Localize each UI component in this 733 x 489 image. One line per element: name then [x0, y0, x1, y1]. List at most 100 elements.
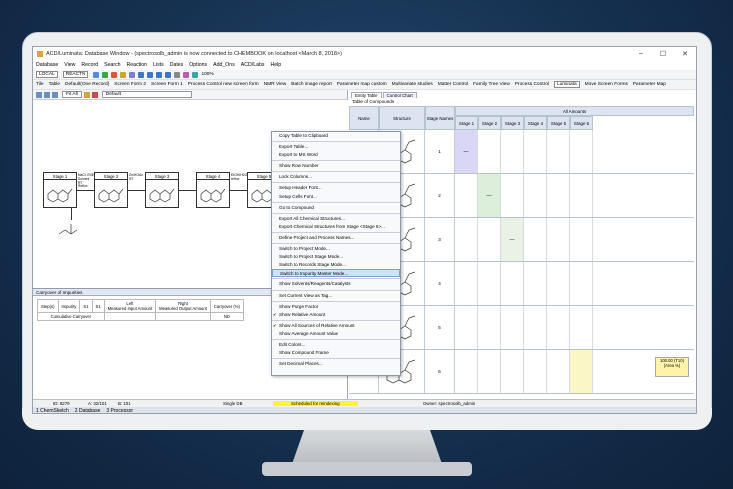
search-icon[interactable]	[129, 71, 136, 78]
amount-cell[interactable]	[547, 306, 570, 349]
amount-cell[interactable]	[570, 174, 593, 217]
form-button-5[interactable]: Process Control new screen form	[188, 82, 259, 87]
amount-cell[interactable]	[455, 350, 478, 393]
amount-cell[interactable]	[524, 218, 547, 261]
column-header-stage-6[interactable]: Stage 6	[570, 116, 593, 130]
form-button-9[interactable]: Multivariate studies	[392, 82, 433, 87]
stage-box-3[interactable]: Stage 3	[145, 172, 179, 208]
context-menu-item-export-table[interactable]: Export Table...	[272, 143, 400, 151]
last-record-icon[interactable]	[165, 71, 172, 78]
form-button-12[interactable]: Process Control	[515, 82, 549, 87]
form-button-6[interactable]: NMR View	[264, 82, 287, 87]
chart-icon[interactable]	[192, 71, 199, 78]
column-header-stage-5[interactable]: Stage 5	[547, 116, 570, 130]
bottom-tab-1[interactable]: 1 ChemSketch	[36, 408, 69, 413]
menu-item-add-ons[interactable]: Add_Ons	[213, 62, 235, 68]
context-menu-item-show-row-number[interactable]: Show Row Number	[272, 162, 400, 170]
stage-box-1[interactable]: Stage 1	[43, 172, 77, 208]
context-menu-item-export-all-chemical-structures[interactable]: Export All Chemical Structures...	[272, 215, 400, 223]
context-menu-item-define-project-and-process-names[interactable]: Define Project and Process Names...	[272, 234, 400, 242]
column-header-structure[interactable]: Structure	[379, 106, 425, 130]
menu-item-lists[interactable]: Lists	[153, 62, 164, 68]
form-button-luminata[interactable]: Luminata	[553, 81, 580, 88]
form-button-7[interactable]: Batch image report	[291, 82, 332, 87]
amount-cell[interactable]	[478, 306, 501, 349]
context-menu-item-switch-to-records-stage-mode[interactable]: Switch to Records Stage Mode...	[272, 261, 400, 269]
form-button-2[interactable]: Default(One Record)	[65, 82, 109, 87]
zoom-out-icon[interactable]	[44, 91, 50, 98]
amount-cell[interactable]	[524, 174, 547, 217]
zoom-in-icon[interactable]	[36, 91, 42, 98]
settings-icon[interactable]	[91, 91, 98, 98]
fit-select[interactable]: Fit All	[62, 91, 82, 98]
context-menu-item-show-all-sources-of-relative-amount[interactable]: Show All Sources of Relative Amount	[272, 322, 400, 330]
menu-item-view[interactable]: View	[64, 62, 75, 68]
amount-cell[interactable]	[570, 262, 593, 305]
menu-item-help[interactable]: Help	[270, 62, 281, 68]
zoom-level[interactable]: 100%	[201, 72, 213, 77]
form-button-3[interactable]: Screen Form 2	[114, 82, 146, 87]
delete-icon[interactable]	[111, 71, 118, 78]
context-menu-item-switch-to-project-stage-mode[interactable]: Switch to Project Stage Mode...	[272, 253, 400, 261]
context-menu-item-copy-table-to-clipboard[interactable]: Copy Table to Clipboard	[272, 132, 400, 140]
menu-item-acd-labs[interactable]: ACD/Labs	[241, 62, 265, 68]
first-record-icon[interactable]	[138, 71, 145, 78]
amount-cell[interactable]	[455, 174, 478, 217]
amount-cell[interactable]	[524, 350, 547, 393]
edit-icon[interactable]	[120, 71, 127, 78]
amount-cell[interactable]	[570, 350, 593, 393]
column-header-stage-4[interactable]: Stage 4	[524, 116, 547, 130]
context-menu-item-go-to-compound[interactable]: Go to Compound	[272, 204, 400, 212]
column-header-stage-2[interactable]: Stage 2	[478, 116, 501, 130]
amount-cell[interactable]	[524, 130, 547, 173]
column-header-stage-1[interactable]: Stage 1	[455, 116, 478, 130]
pan-icon[interactable]	[52, 91, 58, 98]
amount-cell[interactable]: —	[455, 130, 478, 173]
column-header-name[interactable]: Name	[349, 106, 379, 130]
bottom-tab-2[interactable]: 2 Database	[75, 408, 101, 413]
maximize-button[interactable]: ☐	[652, 50, 674, 58]
context-menu-item-export-to-ms-word[interactable]: Export to MS Word	[272, 151, 400, 159]
menu-item-record[interactable]: Record	[81, 62, 98, 68]
amount-cell[interactable]	[547, 262, 570, 305]
amount-cell[interactable]	[455, 262, 478, 305]
context-menu-item-show-average-amount-value[interactable]: Show Average Amount Value	[272, 330, 400, 338]
prev-record-icon[interactable]	[147, 71, 154, 78]
close-button[interactable]: ✕	[674, 50, 696, 58]
menu-item-search[interactable]: Search	[104, 62, 120, 68]
amount-cell[interactable]	[524, 306, 547, 349]
menu-item-reaction[interactable]: Reaction	[127, 62, 147, 68]
amount-cell[interactable]	[501, 306, 524, 349]
context-menu-item-show-relative-amount[interactable]: Show Relative Amount	[272, 311, 400, 319]
context-menu-item-edit-colors[interactable]: Edit Colors...	[272, 341, 400, 349]
context-menu-item-show-solvents-reagents-catalysts[interactable]: Show Solvents/Reagents/Catalysts	[272, 280, 400, 288]
form-button-10[interactable]: Matter Control	[438, 82, 468, 87]
next-record-icon[interactable]	[156, 71, 163, 78]
record-icon[interactable]	[93, 71, 100, 78]
amount-cell[interactable]	[455, 306, 478, 349]
column-header-stage-3[interactable]: Stage 3	[501, 116, 524, 130]
amount-cell[interactable]	[455, 218, 478, 261]
context-menu-item-export-chemical-structures-from-stage-stage-6[interactable]: Export Chemical Structures from Stage <S…	[272, 223, 400, 231]
stage-box-2[interactable]: Stage 2	[94, 172, 128, 208]
bottom-tab-3[interactable]: 3 Processor	[106, 408, 133, 413]
amount-cell[interactable]	[478, 218, 501, 261]
menu-item-options[interactable]: Options	[189, 62, 207, 68]
context-menu-item-show-purge-factor[interactable]: Show Purge Factor	[272, 303, 400, 311]
context-menu-item-lock-columns[interactable]: Lock Columns...	[272, 173, 400, 181]
amount-cell[interactable]	[501, 174, 524, 217]
color-icon[interactable]	[83, 91, 90, 98]
context-menu-item-switch-to-project-mode[interactable]: Switch to Project Mode...	[272, 245, 400, 253]
amount-cell[interactable]	[524, 262, 547, 305]
form-button-4[interactable]: Screen Form 1	[151, 82, 183, 87]
amount-cell[interactable]	[547, 174, 570, 217]
menu-item-database[interactable]: Database	[36, 62, 58, 68]
amount-cell[interactable]	[570, 218, 593, 261]
amount-cell[interactable]	[478, 262, 501, 305]
column-header-stage-names[interactable]: Stage Names	[425, 106, 455, 130]
amount-cell[interactable]	[570, 130, 593, 173]
minimize-button[interactable]: –	[630, 50, 652, 57]
context-menu-item-show-compound-frame[interactable]: Show Compound Frame	[272, 349, 400, 357]
form-button-8[interactable]: Parameter map custom	[337, 82, 387, 87]
filter-icon[interactable]	[174, 71, 181, 78]
